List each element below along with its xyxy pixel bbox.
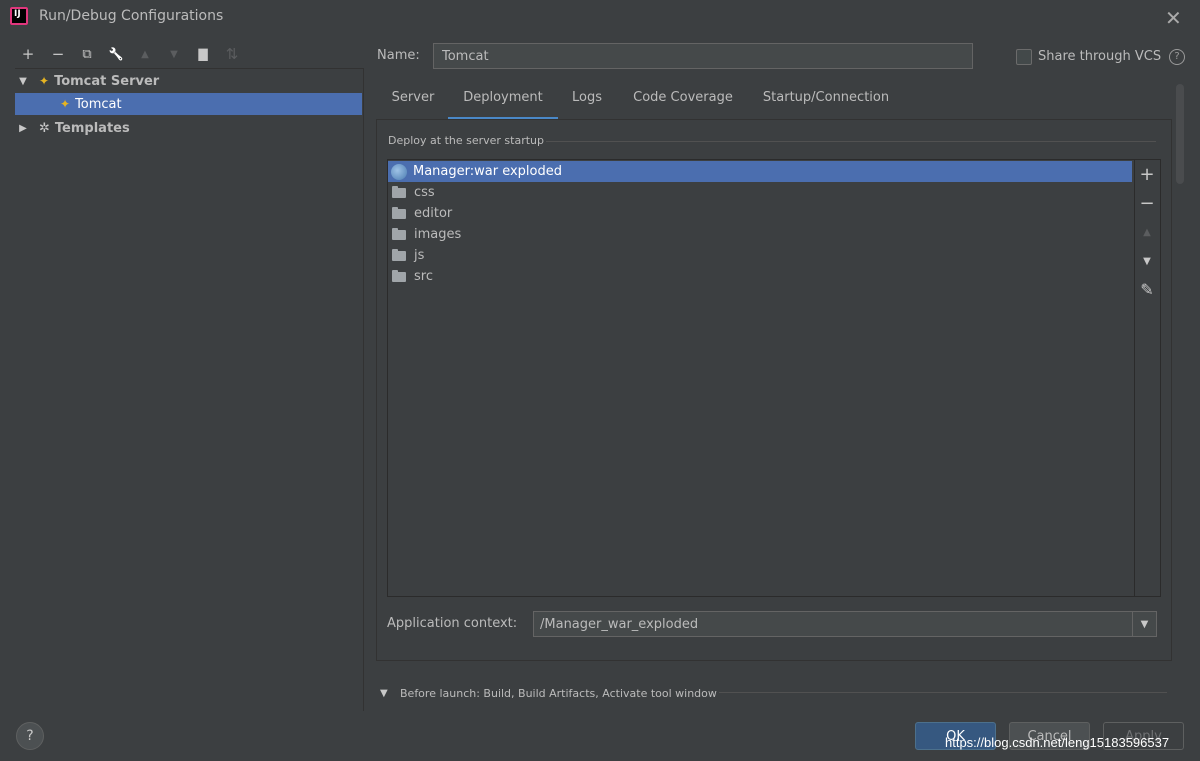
folder-icon [392, 227, 406, 240]
tomcat-icon: ✦ [39, 74, 50, 88]
tab-startup-connection[interactable]: Startup/Connection [756, 90, 896, 117]
add-deployment-button[interactable]: + [1138, 164, 1156, 185]
folder-icon [392, 248, 406, 261]
chevron-down-icon[interactable]: ▼ [1132, 611, 1157, 637]
list-item-label: js [414, 248, 425, 263]
move-up-button[interactable]: ▲ [135, 44, 155, 64]
tab-server[interactable]: Server [387, 90, 439, 117]
tree-item-label: Templates [54, 120, 130, 136]
list-item-label: images [414, 227, 462, 242]
chevron-down-icon[interactable]: ▼ [380, 688, 388, 699]
tab-deployment[interactable]: Deployment [448, 90, 558, 120]
list-item-label: Manager:war exploded [413, 164, 562, 179]
share-vcs-label[interactable]: Share through VCS [1038, 49, 1161, 64]
name-label: Name: [377, 48, 420, 63]
chevron-right-icon[interactable]: ▶ [15, 123, 31, 134]
tree-item-tomcat-server[interactable]: ▼ ✦ Tomcat Server [15, 70, 362, 92]
watermark-text: https://blog.csdn.net/leng15183596537 [945, 735, 1170, 750]
tree-item-label: Tomcat [75, 96, 122, 112]
name-field[interactable] [433, 43, 973, 69]
list-item[interactable]: src [388, 266, 1132, 287]
edit-pencil-icon[interactable]: ✎ [1138, 280, 1156, 299]
tree-item-label: Tomcat Server [54, 73, 160, 89]
move-up-button[interactable]: ▲ [1138, 223, 1156, 241]
folder-icon [392, 185, 406, 198]
before-launch-label[interactable]: Before launch: Build, Build Artifacts, A… [400, 687, 717, 700]
list-item[interactable]: css [388, 182, 1132, 203]
list-item[interactable]: Manager:war exploded [388, 161, 1132, 182]
wrench-icon: ✲ [39, 120, 50, 136]
divider [719, 692, 1167, 693]
edit-defaults-wrench-icon[interactable]: 🔧 [106, 44, 126, 64]
share-vcs-checkbox[interactable] [1016, 49, 1032, 65]
section-title: Deploy at the server startup [388, 134, 545, 147]
folder-icon [392, 269, 406, 282]
intellij-app-icon: IJ [10, 7, 28, 25]
application-context-field[interactable] [533, 611, 1133, 637]
configurations-tree[interactable]: ▼ ✦ Tomcat Server ✦ Tomcat ▶ ✲ Templates [15, 68, 364, 711]
folder-icon [392, 206, 406, 219]
copy-configuration-button[interactable]: ⧉ [77, 44, 97, 64]
list-item[interactable]: images [388, 224, 1132, 245]
window-title: Run/Debug Configurations [39, 8, 224, 24]
application-context-label: Application context: [387, 616, 518, 631]
move-down-button[interactable]: ▼ [164, 44, 184, 64]
list-item-label: src [414, 269, 433, 284]
remove-configuration-button[interactable]: − [48, 44, 68, 64]
tree-item-tomcat[interactable]: ✦ Tomcat [15, 93, 362, 115]
deployment-list[interactable]: Manager:war exploded css editor images j… [387, 159, 1135, 597]
divider [546, 141, 1156, 142]
list-item-label: css [414, 185, 435, 200]
add-configuration-button[interactable]: + [18, 44, 38, 64]
tab-logs[interactable]: Logs [566, 90, 608, 117]
list-item-label: editor [414, 206, 453, 221]
tomcat-icon: ✦ [60, 97, 71, 111]
help-icon[interactable]: ? [1169, 49, 1185, 65]
list-item[interactable]: editor [388, 203, 1132, 224]
scrollbar-thumb[interactable] [1176, 84, 1184, 184]
remove-deployment-button[interactable]: − [1138, 193, 1156, 214]
tab-code-coverage[interactable]: Code Coverage [626, 90, 740, 117]
list-item[interactable]: js [388, 245, 1132, 266]
new-folder-button[interactable]: ▇ [193, 44, 213, 64]
help-button[interactable]: ? [16, 722, 44, 750]
move-down-button[interactable]: ▼ [1138, 252, 1156, 270]
tree-item-templates[interactable]: ▶ ✲ Templates [15, 117, 362, 139]
close-icon[interactable]: ✕ [1165, 6, 1182, 30]
chevron-down-icon[interactable]: ▼ [15, 76, 31, 87]
sort-button[interactable]: ⇅ [222, 44, 242, 64]
artifact-icon [391, 163, 407, 180]
